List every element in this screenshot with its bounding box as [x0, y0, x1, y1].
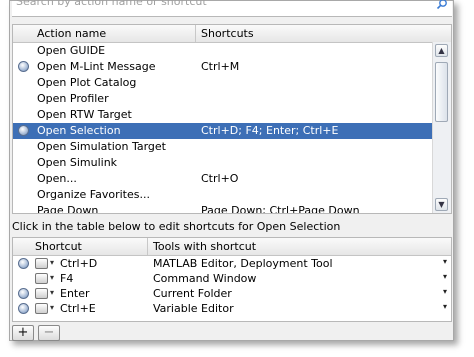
dropdown-arrow-icon[interactable]: ▾	[443, 302, 447, 311]
info-icon	[18, 258, 29, 269]
table-row[interactable]: Open M-Lint Message Ctrl+M	[13, 59, 433, 75]
search-input[interactable]: Search by action name or shortcut	[16, 0, 207, 8]
table-row[interactable]: ▾ Enter Current Folder ▾	[13, 287, 451, 302]
shortcut-key-cell[interactable]: Ctrl+D	[60, 257, 97, 270]
keyboard-icon[interactable]	[35, 258, 48, 269]
shortcut-cell: Ctrl+D; F4; Enter; Ctrl+E	[201, 124, 339, 137]
action-name-cell: Organize Favorites...	[37, 188, 150, 201]
scroll-up-button[interactable]: ▲	[435, 44, 448, 57]
actions-table-header: Action name Shortcuts	[13, 25, 451, 43]
info-icon	[18, 125, 29, 136]
shortcuts-table[interactable]: Shortcut Tools with shortcut ▾ Ctrl+D MATL…	[12, 237, 452, 322]
table-row[interactable]: Open Selection Ctrl+D; F4; Enter; Ctrl+E	[13, 123, 433, 139]
keyboard-shortcuts-panel: Search by action name or shortcut Action…	[9, 0, 454, 341]
shortcut-key-cell[interactable]: Enter	[60, 287, 90, 300]
table-row[interactable]: Open RTW Target	[13, 107, 433, 123]
action-name-cell: Open RTW Target	[37, 108, 132, 121]
info-icon	[18, 303, 29, 314]
dropdown-arrow-icon[interactable]: ▾	[443, 272, 447, 281]
action-name-cell: Open Selection	[37, 124, 121, 137]
shortcut-cell: Ctrl+M	[201, 60, 240, 73]
tools-cell[interactable]: Current Folder	[153, 287, 232, 300]
column-divider[interactable]	[195, 25, 196, 42]
action-name-cell: Open Simulation Target	[37, 140, 166, 153]
chevron-down-icon[interactable]: ▾	[50, 303, 54, 312]
table-row[interactable]: ▾ F4 Command Window ▾	[13, 272, 451, 287]
table-row[interactable]: Open Simulink	[13, 155, 433, 171]
column-divider[interactable]	[147, 238, 148, 255]
keyboard-icon[interactable]	[35, 288, 48, 299]
column-header-shortcuts[interactable]: Shortcuts	[201, 27, 254, 40]
vertical-scrollbar[interactable]: ▲ ▼	[432, 42, 451, 213]
chevron-down-icon[interactable]: ▾	[50, 258, 54, 267]
table-row[interactable]: Open Simulation Target	[13, 139, 433, 155]
action-name-cell: Open M-Lint Message	[37, 60, 156, 73]
column-header-tools[interactable]: Tools with shortcut	[153, 240, 256, 253]
shortcut-cell: Page Down; Ctrl+Page Down	[201, 204, 360, 214]
column-header-shortcut[interactable]: Shortcut	[35, 240, 82, 253]
table-row[interactable]: Open Plot Catalog	[13, 75, 433, 91]
keyboard-icon[interactable]	[35, 273, 48, 284]
shortcut-edit-caption: Click in the table below to edit shortcu…	[12, 220, 341, 233]
shortcut-key-cell[interactable]: F4	[60, 272, 73, 285]
shortcut-key-cell[interactable]: Ctrl+E	[60, 302, 96, 315]
chevron-down-icon[interactable]: ▾	[50, 273, 54, 282]
table-row[interactable]: Open GUIDE	[13, 43, 433, 59]
tools-cell[interactable]: Command Window	[153, 272, 256, 285]
dropdown-arrow-icon[interactable]: ▾	[443, 257, 447, 266]
info-icon	[18, 61, 29, 72]
column-header-action-name[interactable]: Action name	[37, 27, 106, 40]
action-name-cell: Open Plot Catalog	[37, 76, 137, 89]
table-row[interactable]: Open... Ctrl+O	[13, 171, 433, 187]
remove-shortcut-button[interactable]: −	[38, 325, 60, 341]
actions-table[interactable]: Action name Shortcuts Open GUIDE Open M-L…	[12, 24, 452, 214]
search-icon[interactable]	[436, 0, 448, 10]
search-field[interactable]: Search by action name or shortcut	[12, 0, 452, 17]
table-row[interactable]: Open Profiler	[13, 91, 433, 107]
action-name-cell: Open...	[37, 172, 77, 185]
table-row[interactable]: ▾ Ctrl+D MATLAB Editor, Deployment Tool ▾	[13, 257, 451, 272]
shortcuts-table-header: Shortcut Tools with shortcut	[13, 238, 451, 256]
action-name-cell: Page Down	[37, 204, 99, 214]
tools-cell[interactable]: Variable Editor	[153, 302, 234, 315]
action-name-cell: Open Simulink	[37, 156, 118, 169]
table-row[interactable]: ▾ Ctrl+E Variable Editor ▾	[13, 302, 451, 317]
table-row[interactable]: Page Down Page Down; Ctrl+Page Down	[13, 203, 433, 214]
info-icon	[18, 288, 29, 299]
action-name-cell: Open GUIDE	[37, 44, 106, 57]
table-row[interactable]: Organize Favorites...	[13, 187, 433, 203]
scroll-down-button[interactable]: ▼	[435, 198, 448, 211]
tools-cell[interactable]: MATLAB Editor, Deployment Tool	[153, 257, 333, 270]
shortcut-cell: Ctrl+O	[201, 172, 239, 185]
dropdown-arrow-icon[interactable]: ▾	[443, 287, 447, 296]
add-shortcut-button[interactable]: +	[12, 325, 34, 341]
keyboard-icon[interactable]	[35, 303, 48, 314]
chevron-down-icon[interactable]: ▾	[50, 288, 54, 297]
scroll-thumb[interactable]	[435, 62, 448, 122]
action-name-cell: Open Profiler	[37, 92, 109, 105]
